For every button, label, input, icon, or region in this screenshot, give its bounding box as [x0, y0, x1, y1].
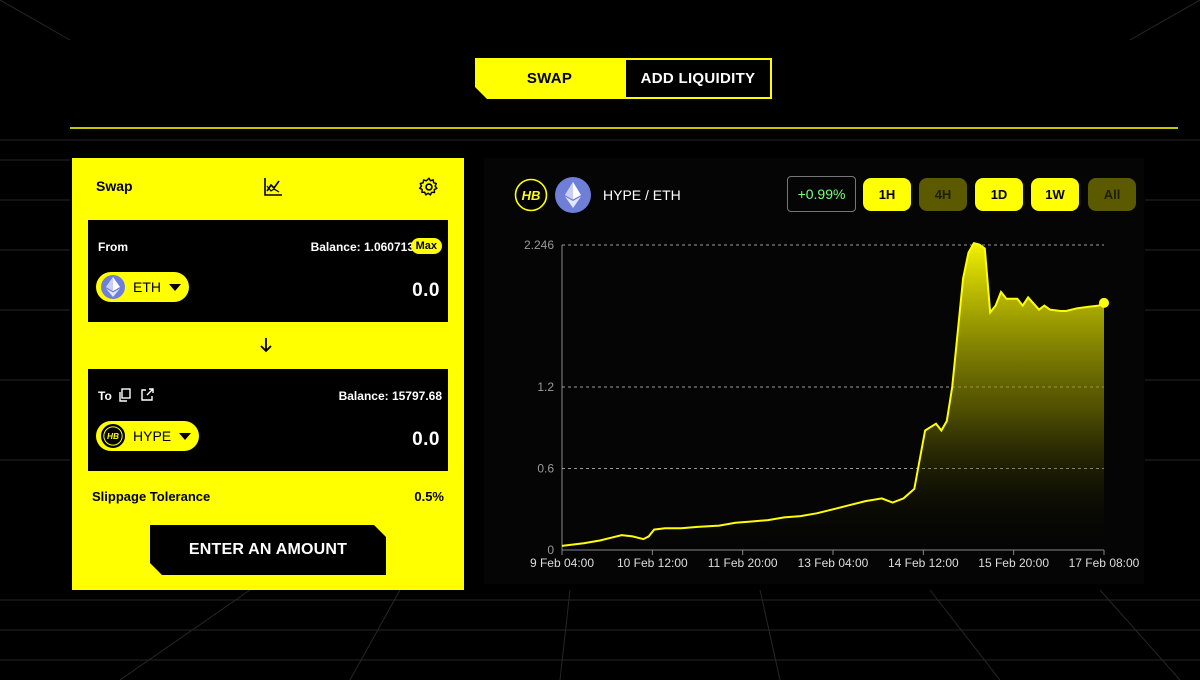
from-token-symbol: ETH — [133, 279, 161, 295]
header-divider — [70, 127, 1178, 129]
to-balance: Balance: 15797.68 — [338, 389, 442, 403]
ethereum-icon — [101, 275, 125, 299]
gear-icon[interactable] — [418, 176, 440, 198]
to-amount-input[interactable]: 0.0 — [412, 429, 440, 451]
to-token-box: To Balance: 15797.68 HB HYPE 0.0 — [88, 369, 448, 471]
chevron-down-icon — [179, 432, 192, 440]
chart-line-icon[interactable] — [262, 176, 284, 198]
series-area — [562, 243, 1104, 550]
x-tick-label: 14 Feb 12:00 — [888, 556, 959, 570]
max-button[interactable]: Max — [410, 238, 442, 254]
slippage-label: Slippage Tolerance — [92, 489, 211, 504]
hb-logo-icon: HB — [514, 178, 548, 212]
y-tick-label: 0 — [547, 543, 554, 557]
y-tick-label: 1.2 — [537, 380, 554, 394]
x-tick-label: 13 Feb 04:00 — [798, 556, 869, 570]
arrow-down-icon[interactable] — [257, 336, 275, 354]
tab-swap[interactable]: SWAP — [475, 58, 624, 99]
external-link-icon[interactable] — [140, 388, 154, 402]
ethereum-icon — [555, 177, 591, 213]
x-tick-label: 17 Feb 08:00 — [1069, 556, 1140, 570]
chevron-down-icon — [169, 283, 181, 291]
x-tick-label: 11 Feb 20:00 — [708, 556, 778, 570]
to-label: To — [98, 389, 112, 403]
enter-amount-button[interactable]: ENTER AN AMOUNT — [150, 525, 386, 575]
x-tick-label: 10 Feb 12:00 — [617, 556, 688, 570]
from-token-select[interactable]: ETH — [96, 272, 189, 302]
y-tick-label: 2.246 — [524, 238, 554, 252]
from-balance: Balance: 1.060713 — [310, 240, 414, 254]
to-token-actions — [118, 388, 154, 402]
timeframe-4h-button[interactable]: 4H — [919, 178, 967, 211]
timeframe-1h-button[interactable]: 1H — [863, 178, 911, 211]
mode-tabs: SWAP ADD LIQUIDITY — [475, 58, 772, 99]
tab-add-liquidity[interactable]: ADD LIQUIDITY — [624, 58, 772, 99]
price-chart-panel: HB HYPE / ETH +0.99% 1H 4H 1D 1W All 0 0.… — [484, 158, 1144, 584]
timeframe-1w-button[interactable]: 1W — [1031, 178, 1079, 211]
swap-card: Swap From Balance: 1.060713 Max ETH 0.0 — [72, 158, 464, 590]
timeframe-all-button[interactable]: All — [1088, 178, 1136, 211]
price-change-badge: +0.99% — [787, 176, 856, 212]
from-amount-input[interactable]: 0.0 — [412, 280, 440, 302]
from-token-box: From Balance: 1.060713 Max ETH 0.0 — [88, 220, 448, 322]
x-tick-label: 9 Feb 04:00 — [530, 556, 594, 570]
hb-logo-icon: HB — [101, 424, 125, 448]
last-price-marker — [1099, 297, 1109, 308]
timeframe-1d-button[interactable]: 1D — [975, 178, 1023, 211]
x-tick-label: 15 Feb 20:00 — [978, 556, 1049, 570]
price-chart: 0 0.6 1.2 2.246 9 Feb 04:00 10 Feb 12:00 11 Fe… — [524, 238, 1140, 570]
svg-text:HB: HB — [522, 188, 541, 203]
svg-text:HB: HB — [107, 431, 119, 441]
copy-icon[interactable] — [118, 388, 132, 402]
card-title: Swap — [96, 178, 133, 194]
from-label: From — [98, 240, 128, 254]
pair-name: HYPE / ETH — [603, 187, 681, 203]
to-token-symbol: HYPE — [133, 428, 172, 444]
to-token-select[interactable]: HB HYPE — [96, 421, 200, 451]
slippage-value[interactable]: 0.5% — [414, 489, 444, 504]
y-tick-label: 0.6 — [537, 462, 554, 476]
